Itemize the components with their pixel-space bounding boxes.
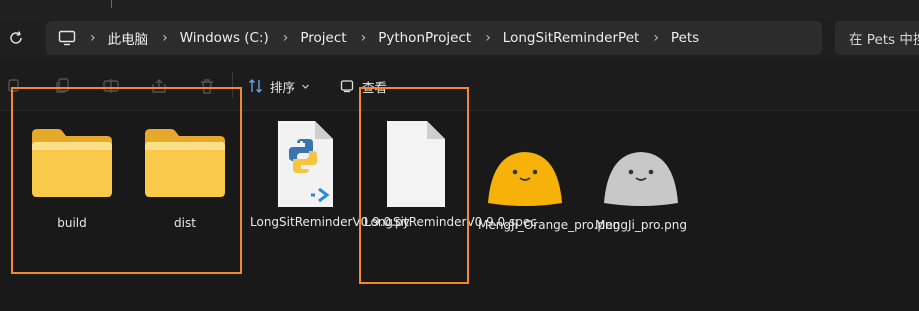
file-name: dist	[174, 216, 196, 230]
breadcrumb-item-this-pc[interactable]: 此电脑	[108, 28, 149, 48]
file-list: build dist LongSitReminderV0.9.0.py Long…	[0, 111, 919, 311]
file-name: MengJi_pro.png	[595, 218, 687, 232]
breadcrumb-item-windows-c[interactable]: Windows (C:)	[180, 30, 269, 46]
chevron-right-icon[interactable]: ›	[162, 30, 168, 46]
cut-icon[interactable]	[6, 77, 24, 95]
breadcrumb-item-project[interactable]: Project	[300, 30, 346, 46]
share-icon[interactable]	[150, 77, 168, 95]
refresh-icon[interactable]	[7, 29, 25, 47]
tab-separator	[111, 0, 112, 8]
file-item-py[interactable]: LongSitReminderV0.9.0.py	[250, 119, 410, 232]
file-name: LongSitReminderV0.9.0.spec	[364, 215, 537, 229]
file-item-gray-png[interactable]: MengJi_pro.png	[594, 147, 688, 235]
copy-icon[interactable]	[54, 77, 72, 95]
gray-pet-image	[604, 152, 678, 206]
chevron-right-icon[interactable]: ›	[361, 30, 367, 46]
python-file-icon	[278, 121, 333, 207]
chevron-right-icon[interactable]: ›	[653, 30, 659, 46]
rename-icon[interactable]	[102, 77, 120, 95]
breadcrumb-item-pythonproject[interactable]: PythonProject	[378, 30, 471, 46]
file-item-spec[interactable]: LongSitReminderV0.9.0.spec	[364, 119, 537, 232]
delete-icon[interactable]	[198, 77, 216, 95]
chevron-down-icon	[302, 84, 309, 89]
orange-pet-image	[488, 152, 562, 206]
file-item-build[interactable]: build	[20, 126, 124, 233]
search-placeholder: 在 Pets 中搜	[849, 32, 919, 48]
chevron-right-icon[interactable]: ›	[90, 30, 96, 46]
breadcrumb-item-pets[interactable]: Pets	[671, 30, 699, 46]
sort-icon	[249, 79, 262, 93]
chevron-right-icon[interactable]: ›	[485, 30, 491, 46]
file-item-orange-png[interactable]: MengJi_Orange_pro.png	[478, 147, 621, 235]
this-pc-icon[interactable]	[58, 29, 76, 47]
title-strip	[0, 0, 919, 18]
file-name: build	[57, 216, 87, 230]
document-icon	[387, 121, 445, 207]
sort-label: 排序	[270, 79, 296, 95]
file-item-dist[interactable]: dist	[133, 126, 237, 233]
file-name: LongSitReminderV0.9.0.py	[250, 215, 410, 229]
folder-icon	[145, 129, 225, 197]
sort-button[interactable]: 排序	[248, 76, 310, 96]
toolbar-divider	[232, 72, 233, 98]
file-name: MengJi_Orange_pro.png	[478, 218, 621, 232]
view-button[interactable]: 查看	[340, 76, 387, 96]
breadcrumb[interactable]: › 此电脑 › Windows (C:) › Project › PythonP…	[46, 21, 822, 55]
folder-icon	[32, 129, 112, 197]
breadcrumb-item-longsitreminderpet[interactable]: LongSitReminderPet	[503, 30, 640, 46]
view-label: 查看	[362, 79, 388, 95]
chevron-right-icon[interactable]: ›	[283, 30, 289, 46]
view-icon	[340, 80, 354, 93]
command-bar: 排序 查看	[0, 60, 919, 111]
search-input[interactable]: 在 Pets 中搜	[835, 21, 919, 55]
